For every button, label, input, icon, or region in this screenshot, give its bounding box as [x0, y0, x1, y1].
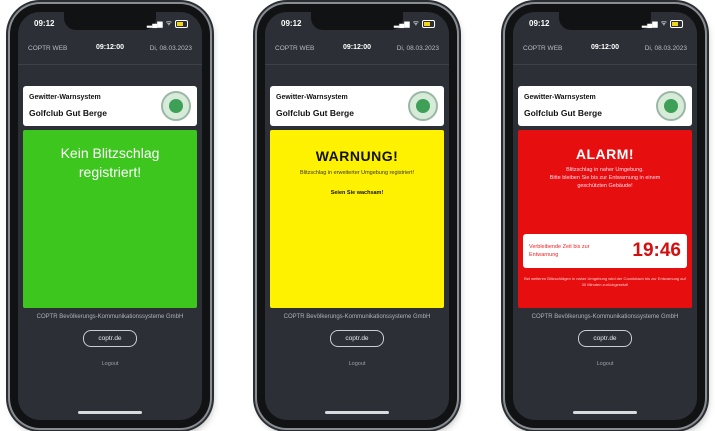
- app-date: Di, 08.03.2023: [149, 45, 192, 52]
- alarm-line-1: Blitzschlag in naher Umgebung.: [566, 167, 644, 173]
- club-logo-icon: [656, 91, 686, 121]
- app-bar: COPTR WEB 09:12:00 Di, 08.03.2023: [18, 42, 202, 65]
- screen: 09:12 ▂▄▆ ᯤ COPTR WEB 09:12:00 Di, 08.03…: [513, 12, 697, 420]
- app-bar: COPTR WEB 09:12:00 Di, 08.03.2023: [265, 42, 449, 65]
- status-time: 09:12: [281, 19, 302, 28]
- logout-link[interactable]: Logout: [18, 361, 202, 367]
- status-icons: ▂▄▆ ᯤ: [147, 19, 188, 28]
- app-clock: 09:12:00: [95, 44, 125, 51]
- warning-text: Blitzschlag in erweiterter Umgebung regi…: [299, 170, 415, 176]
- countdown-value: 19:46: [632, 240, 681, 261]
- status-icons: ▂▄▆ ᯤ: [642, 19, 683, 28]
- club-name: Golfclub Gut Berge: [524, 108, 602, 118]
- app-bar: COPTR WEB 09:12:00 Di, 08.03.2023: [513, 42, 697, 65]
- divider: [265, 64, 449, 65]
- website-button[interactable]: coptr.de: [330, 330, 384, 347]
- warning-title: WARNUNG!: [315, 148, 399, 164]
- alarm-note: Bei weiteren Blitzschlägen in naher Umge…: [524, 276, 686, 287]
- status-icons: ▂▄▆ ᯤ: [394, 19, 435, 28]
- phone-red: 09:12 ▂▄▆ ᯤ COPTR WEB 09:12:00 Di, 08.03…: [505, 4, 705, 428]
- signal-icon: ▂▄▆: [641, 20, 658, 28]
- alarm-line-2: Bitte bleiben Sie bis zur Entwarnung in …: [549, 175, 661, 181]
- company-name: COPTR Bevölkerungs-Kommunikationssysteme…: [283, 314, 431, 320]
- website-button[interactable]: coptr.de: [83, 330, 137, 347]
- phone-green: 09:12 ▂▄▆ ᯤ COPTR WEB 09:12:00 Di, 08.03…: [10, 4, 210, 428]
- countdown-card: Verbleibende Zeit bis zur Entwarnung 19:…: [523, 234, 687, 268]
- website-button[interactable]: coptr.de: [578, 330, 632, 347]
- phone-yellow: 09:12 ▂▄▆ ᯤ COPTR WEB 09:12:00 Di, 08.03…: [257, 4, 457, 428]
- signal-icon: ▂▄▆: [393, 20, 410, 28]
- status-bar: 09:12 ▂▄▆ ᯤ: [513, 16, 697, 32]
- wifi-icon: ᯤ: [412, 20, 419, 27]
- app-name: COPTR WEB: [28, 45, 68, 52]
- status-panel-clear: Kein Blitzschlag registriert!: [23, 130, 197, 308]
- screen: 09:12 ▂▄▆ ᯤ COPTR WEB 09:12:00 Di, 08.03…: [18, 12, 202, 420]
- club-card: Gewitter-Warnsystem Golfclub Gut Berge: [518, 86, 692, 126]
- battery-icon: [422, 19, 435, 28]
- company-name: COPTR Bevölkerungs-Kommunikationssysteme…: [36, 314, 184, 320]
- logout-link[interactable]: Logout: [265, 361, 449, 367]
- divider: [18, 64, 202, 65]
- signal-icon: ▂▄▆: [146, 20, 163, 28]
- clear-line-2: registriert!: [78, 164, 142, 180]
- alarm-title: ALARM!: [575, 146, 635, 162]
- logout-link[interactable]: Logout: [513, 361, 697, 367]
- system-title: Gewitter-Warnsystem: [524, 94, 596, 101]
- screen: 09:12 ▂▄▆ ᯤ COPTR WEB 09:12:00 Di, 08.03…: [265, 12, 449, 420]
- club-logo-icon: [161, 91, 191, 121]
- alarm-line-3: geschützten Gebäude!: [577, 183, 633, 189]
- club-logo-icon: [408, 91, 438, 121]
- system-title: Gewitter-Warnsystem: [276, 94, 348, 101]
- club-name: Golfclub Gut Berge: [29, 108, 107, 118]
- system-title: Gewitter-Warnsystem: [29, 94, 101, 101]
- status-time: 09:12: [529, 19, 550, 28]
- status-time: 09:12: [34, 19, 55, 28]
- battery-icon: [175, 19, 188, 28]
- battery-icon: [670, 19, 683, 28]
- home-indicator[interactable]: [573, 411, 637, 414]
- app-clock: 09:12:00: [590, 44, 620, 51]
- status-bar: 09:12 ▂▄▆ ᯤ: [265, 16, 449, 32]
- club-card: Gewitter-Warnsystem Golfclub Gut Berge: [270, 86, 444, 126]
- alarm-text: Blitzschlag in naher Umgebung. Bitte ble…: [530, 166, 680, 190]
- home-indicator[interactable]: [78, 411, 142, 414]
- home-indicator[interactable]: [325, 411, 389, 414]
- clear-message: Kein Blitzschlag registriert!: [31, 144, 189, 182]
- wifi-icon: ᯤ: [660, 20, 667, 27]
- warning-callout: Seien Sie wachsam!: [330, 190, 384, 196]
- club-card: Gewitter-Warnsystem Golfclub Gut Berge: [23, 86, 197, 126]
- status-bar: 09:12 ▂▄▆ ᯤ: [18, 16, 202, 32]
- clear-line-1: Kein Blitzschlag: [60, 145, 160, 161]
- app-name: COPTR WEB: [523, 45, 563, 52]
- countdown-label: Verbleibende Zeit bis zur Entwarnung: [529, 244, 590, 258]
- status-panel-alarm: ALARM! Blitzschlag in naher Umgebung. Bi…: [518, 130, 692, 308]
- app-date: Di, 08.03.2023: [396, 45, 439, 52]
- app-clock: 09:12:00: [342, 44, 372, 51]
- status-panel-warning: WARNUNG! Blitzschlag in erweiterter Umge…: [270, 130, 444, 308]
- club-name: Golfclub Gut Berge: [276, 108, 354, 118]
- wifi-icon: ᯤ: [165, 20, 172, 27]
- app-name: COPTR WEB: [275, 45, 315, 52]
- app-date: Di, 08.03.2023: [644, 45, 687, 52]
- divider: [513, 64, 697, 65]
- company-name: COPTR Bevölkerungs-Kommunikationssysteme…: [531, 314, 679, 320]
